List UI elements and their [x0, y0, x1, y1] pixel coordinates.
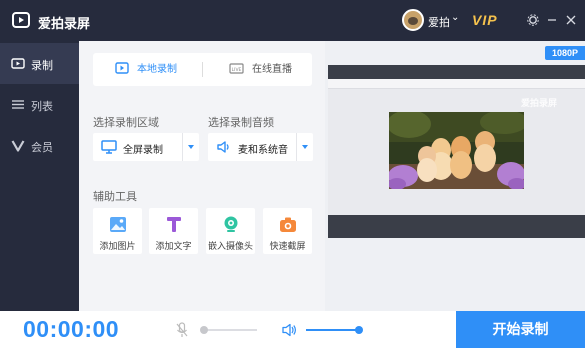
- speaker-volume-knob[interactable]: [355, 326, 363, 334]
- title-bar: 爱拍录屏 爱拍 ⌄ VIP: [0, 0, 585, 41]
- record-area-label: 选择录制区域: [93, 117, 159, 129]
- minimize-icon: [548, 19, 556, 21]
- resolution-badge[interactable]: 1080P: [545, 46, 585, 60]
- tab-divider: [202, 62, 203, 77]
- speaker-icon: [217, 141, 229, 153]
- mic-volume-knob[interactable]: [200, 326, 208, 334]
- vip-badge[interactable]: VIP: [472, 12, 498, 28]
- bottom-bar: 00:00:00 开始录制: [0, 311, 585, 348]
- record-audio-value: 麦和系统音: [238, 145, 288, 156]
- chevron-down-icon[interactable]: [296, 133, 313, 161]
- tool-label: 快速截屏: [269, 241, 306, 251]
- preview-taskbar: [328, 215, 585, 238]
- app-logo-icon: [12, 12, 30, 28]
- vip-v-icon: [11, 140, 25, 152]
- speaker-volume-icon[interactable]: [282, 323, 297, 337]
- tool-label: 嵌入摄像头: [207, 241, 253, 251]
- add-text-tool[interactable]: 添加文字: [149, 208, 198, 254]
- app-title: 爱拍录屏: [38, 16, 91, 31]
- monitor-icon: [101, 140, 117, 154]
- user-avatar[interactable]: [402, 9, 424, 31]
- camera-icon: [280, 217, 296, 232]
- sidebar-item-record[interactable]: 录制: [0, 43, 79, 84]
- svg-text:LIVE: LIVE: [232, 67, 242, 73]
- volume-controls: [146, 311, 456, 348]
- sidebar-item-vip[interactable]: 会员: [0, 125, 79, 166]
- preview-titlebar: [328, 65, 585, 79]
- list-icon: [12, 100, 24, 109]
- text-t-icon: [167, 217, 181, 232]
- live-icon: LIVE: [229, 63, 244, 74]
- record-audio-select[interactable]: 麦和系统音: [208, 133, 313, 161]
- user-menu-caret-icon[interactable]: ⌄: [451, 12, 459, 23]
- record-settings-panel: 本地录制 LIVE 在线直播 选择录制区域 选择录制音频 全屏录制 麦和系统音 辅…: [79, 41, 325, 311]
- mic-volume-track[interactable]: [204, 329, 257, 331]
- tab-local-record[interactable]: 本地录制: [115, 53, 177, 86]
- mic-muted-icon[interactable]: [176, 322, 188, 338]
- sidebar-item-label: 录制: [31, 60, 53, 72]
- tab-label: 本地录制: [137, 64, 177, 75]
- sidebar-item-label: 列表: [31, 101, 53, 113]
- preview-toolbar: [328, 79, 585, 89]
- close-button[interactable]: [561, 10, 581, 30]
- webcam-icon: [224, 216, 238, 232]
- quick-screenshot-tool[interactable]: 快速截屏: [263, 208, 312, 254]
- user-name[interactable]: 爱拍: [428, 14, 450, 30]
- start-recording-button[interactable]: 开始录制: [456, 311, 585, 348]
- gear-icon: [527, 14, 539, 26]
- video-camera-icon: [11, 58, 25, 69]
- sidebar-item-label: 会员: [31, 142, 53, 154]
- mode-tabs: 本地录制 LIVE 在线直播: [93, 53, 312, 86]
- close-icon: [566, 15, 576, 25]
- screen-preview: 爱拍录屏: [328, 65, 585, 238]
- settings-button[interactable]: [523, 10, 543, 30]
- record-audio-label: 选择录制音频: [208, 117, 274, 129]
- image-icon: [110, 217, 126, 232]
- preview-watermark: 爱拍录屏: [521, 98, 558, 108]
- tools-label: 辅助工具: [93, 191, 137, 203]
- minimize-button[interactable]: [542, 10, 562, 30]
- embed-webcam-tool[interactable]: 嵌入摄像头: [206, 208, 255, 254]
- sidebar-item-list[interactable]: 列表: [0, 84, 79, 125]
- chevron-down-icon[interactable]: [182, 133, 199, 161]
- tab-label: 在线直播: [252, 64, 292, 75]
- play-screen-icon: [115, 62, 129, 74]
- record-area-select[interactable]: 全屏录制: [93, 133, 199, 161]
- tool-label: 添加文字: [155, 241, 192, 251]
- tab-live-stream[interactable]: LIVE 在线直播: [229, 53, 292, 86]
- speaker-volume-fill: [306, 329, 359, 331]
- preview-panel: 1080P 爱拍录屏: [325, 41, 585, 311]
- sidebar: 录制 列表 会员: [0, 41, 79, 311]
- recording-timer: 00:00:00: [0, 311, 146, 348]
- record-area-value: 全屏录制: [123, 145, 163, 156]
- kittens-photo: [389, 112, 524, 189]
- tool-label: 添加图片: [99, 241, 136, 251]
- add-image-tool[interactable]: 添加图片: [93, 208, 142, 254]
